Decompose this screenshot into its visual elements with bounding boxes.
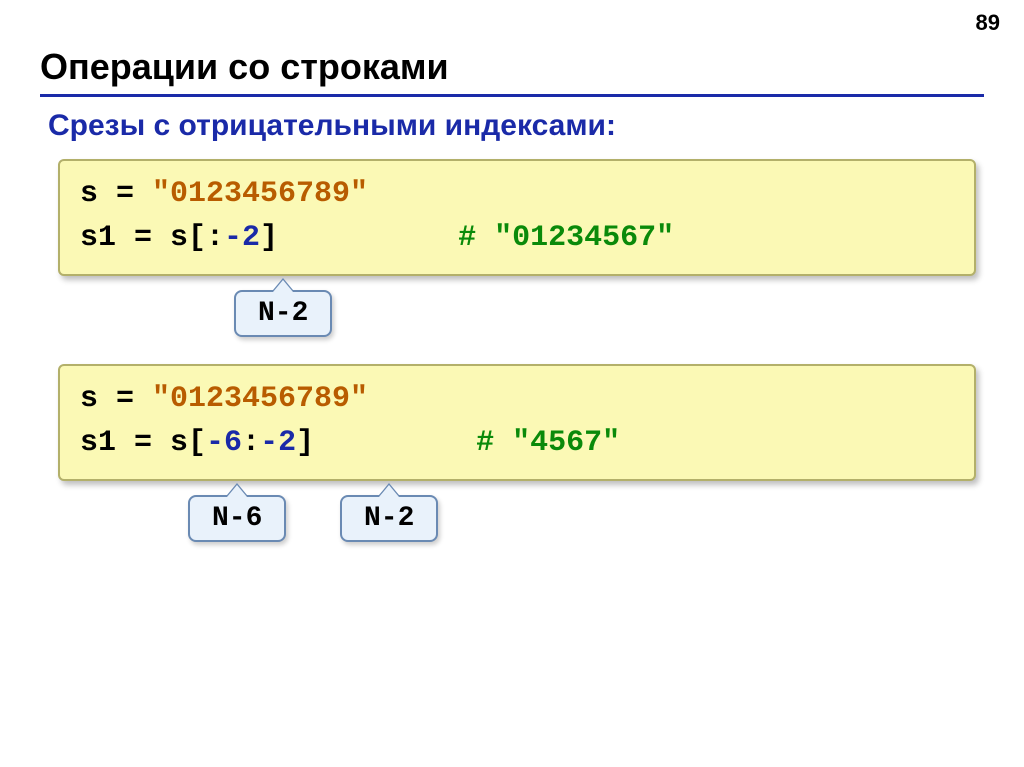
callout-pill: N-2 (234, 290, 332, 337)
callout-pill: N-6 (188, 495, 286, 542)
code-text: ] (296, 426, 314, 460)
number-literal: -2 (260, 426, 296, 460)
title-rule (40, 94, 984, 97)
number-literal: -2 (224, 221, 260, 255)
slide: 89 Операции со строками Срезы с отрицате… (0, 0, 1024, 767)
slide-title: Операции со строками (40, 46, 984, 88)
number-literal: -6 (206, 426, 242, 460)
code-comment: # "01234567" (458, 221, 674, 255)
code-example-2: s = "0123456789" s1 = s[-6:-2] # "4567" (58, 364, 976, 481)
string-literal: "0123456789" (152, 382, 368, 416)
code-line: s1 = s[:-2] # "01234567" (80, 217, 954, 261)
code-line: s = "0123456789" (80, 173, 954, 217)
slide-subtitle: Срезы с отрицательными индексами: (48, 109, 984, 143)
callouts-row-2: N-6 N-2 (58, 481, 984, 561)
callouts-row-1: N-2 (58, 276, 984, 342)
code-text: : (242, 426, 260, 460)
code-text: ] (260, 221, 278, 255)
code-text: s1 = s[: (80, 221, 224, 255)
code-line: s1 = s[-6:-2] # "4567" (80, 422, 954, 466)
page-number: 89 (976, 10, 1000, 36)
code-text: s1 = s[ (80, 426, 206, 460)
code-text: s = (80, 382, 152, 416)
code-text: s = (80, 177, 152, 211)
code-example-1: s = "0123456789" s1 = s[:-2] # "01234567… (58, 159, 976, 276)
code-pad (278, 221, 458, 255)
spacer (40, 342, 984, 364)
code-line: s = "0123456789" (80, 378, 954, 422)
callout-pill: N-2 (340, 495, 438, 542)
code-pad (314, 426, 476, 460)
string-literal: "0123456789" (152, 177, 368, 211)
code-comment: # "4567" (476, 426, 620, 460)
